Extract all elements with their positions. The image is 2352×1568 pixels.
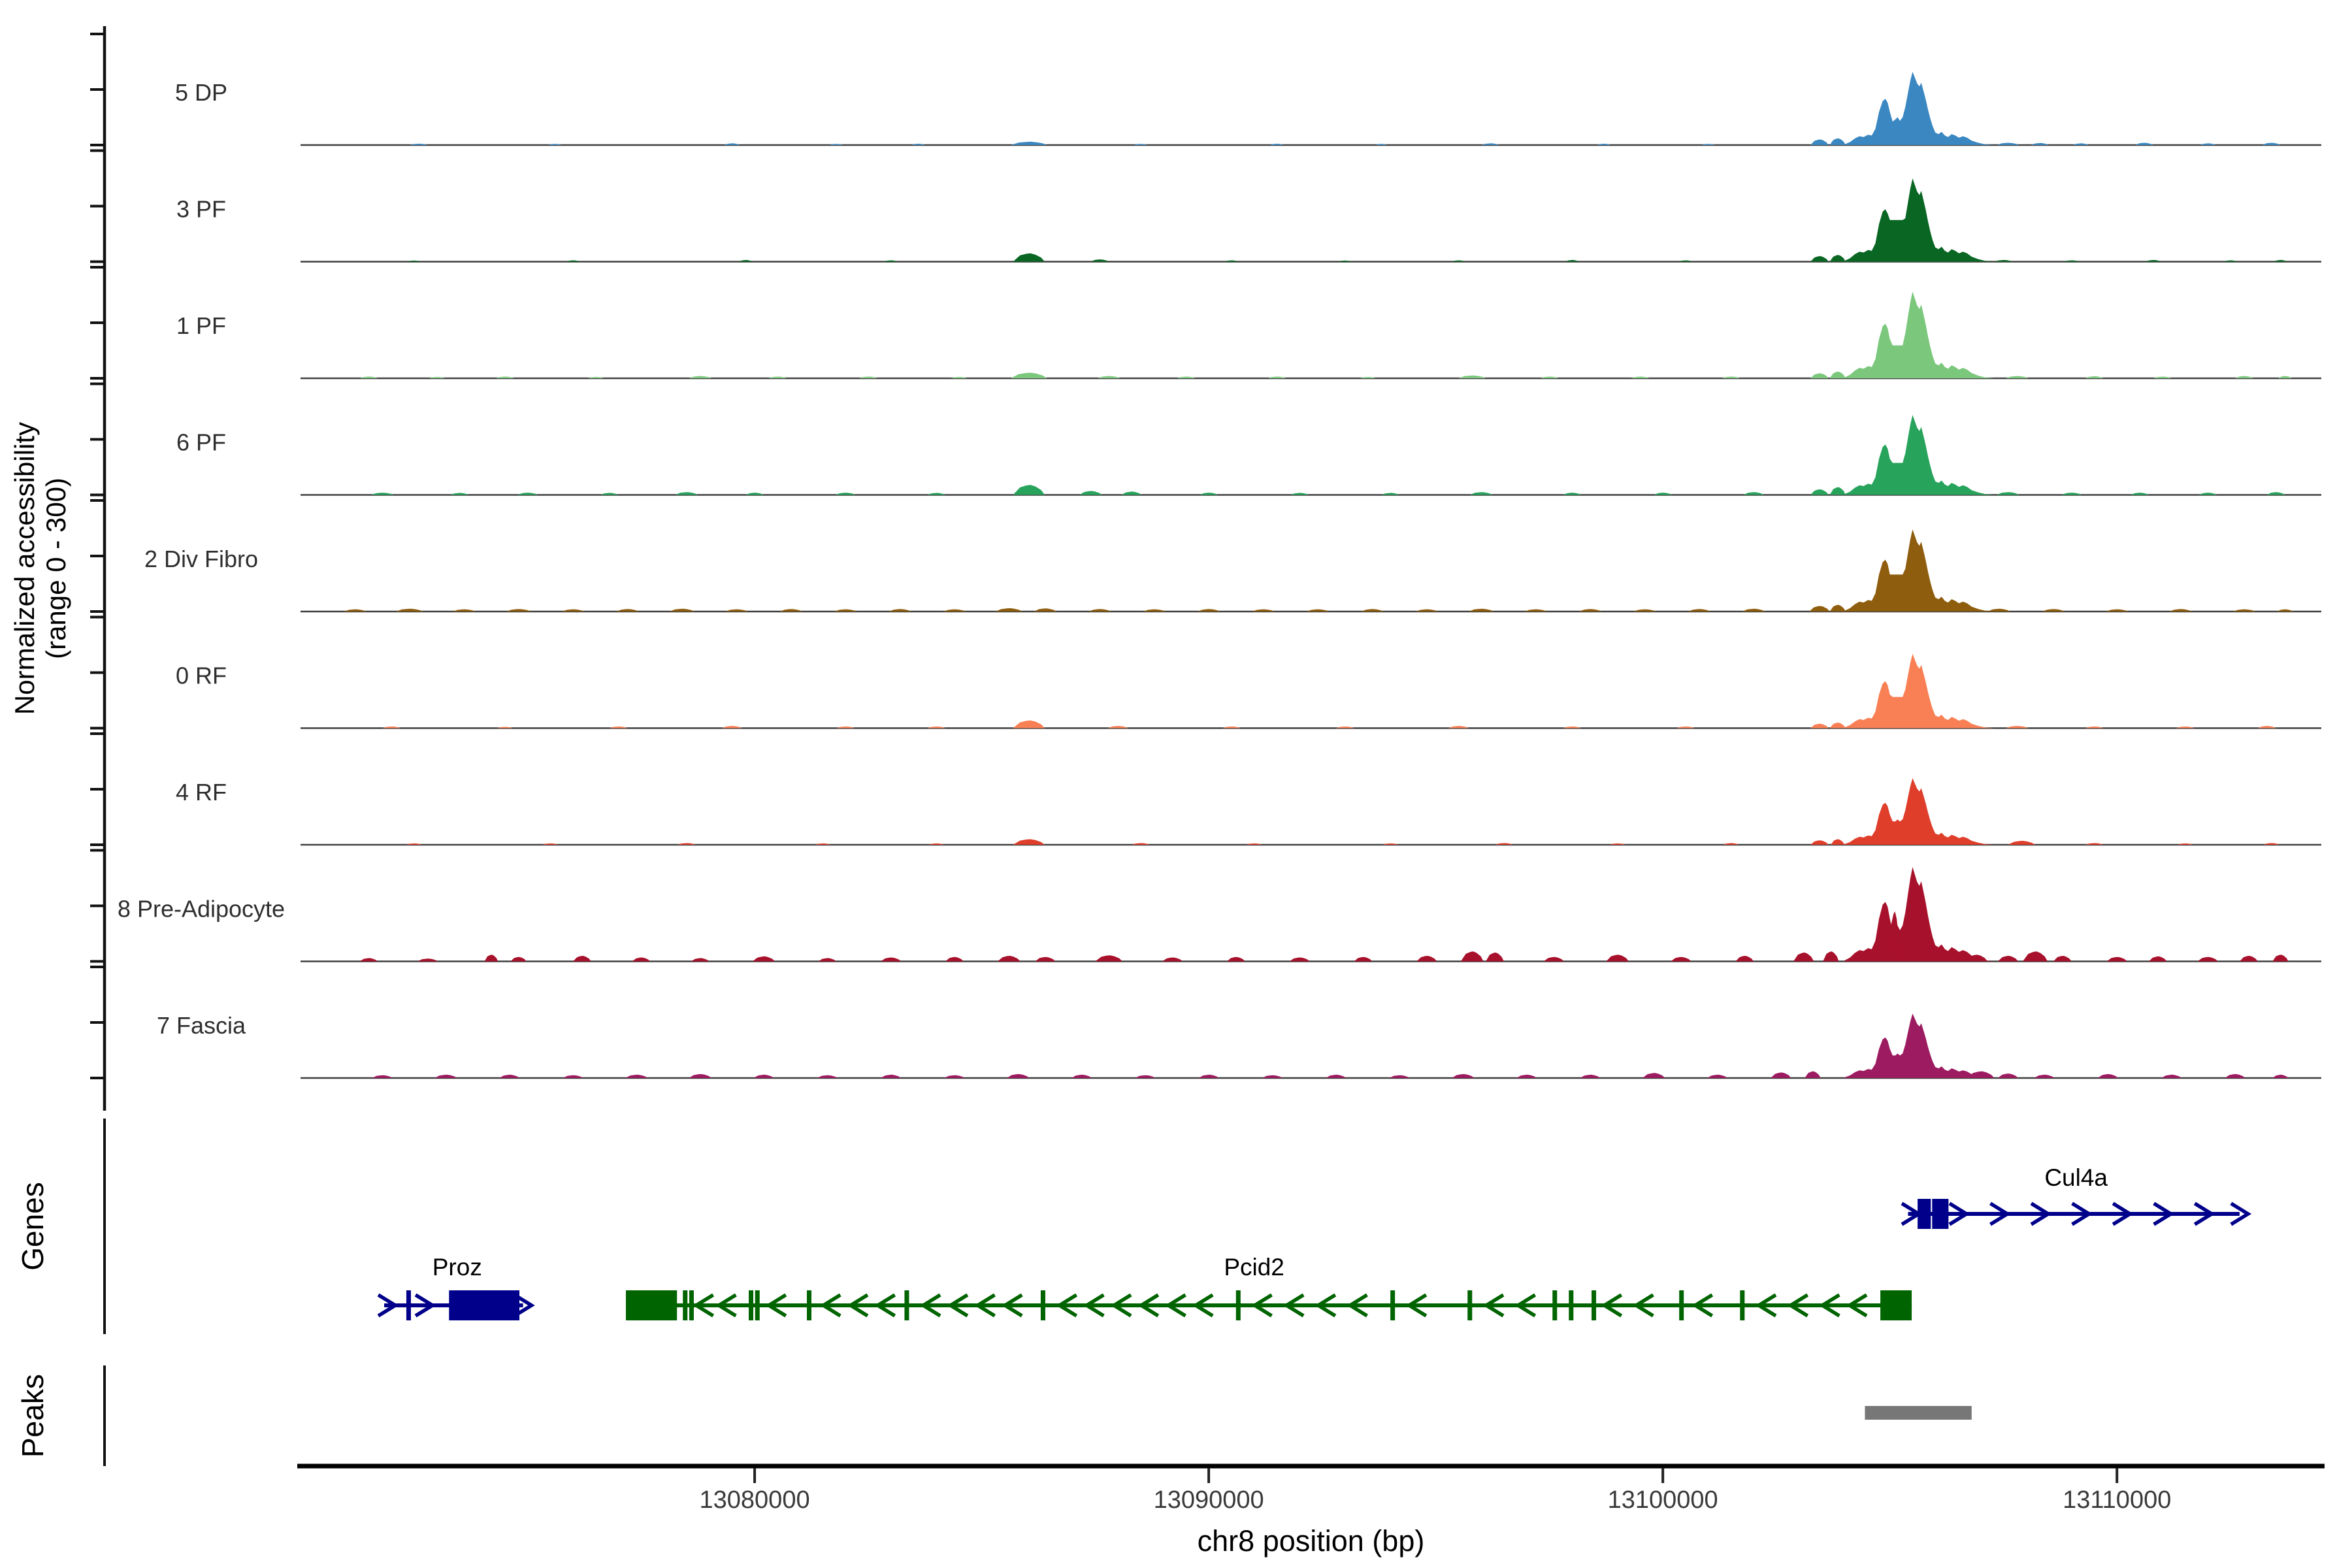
peak-interval-bar <box>1865 1406 1971 1420</box>
exon-block <box>1592 1290 1596 1320</box>
exon-block <box>626 1290 677 1320</box>
figure-background <box>0 0 2352 1568</box>
exon-block <box>1236 1290 1241 1320</box>
track-label: 1 PF <box>176 312 226 339</box>
exon-block <box>904 1290 909 1320</box>
x-axis-tick-label: 13080000 <box>700 1486 810 1514</box>
track-label: 3 PF <box>176 196 226 223</box>
track-label: 5 DP <box>175 79 227 106</box>
track-label: 0 RF <box>176 662 227 689</box>
x-axis-tick-label: 13110000 <box>2063 1486 2171 1514</box>
x-axis-tick-label: 13090000 <box>1154 1486 1264 1514</box>
exon-block <box>1390 1290 1395 1320</box>
peaks-section-label: Peaks <box>16 1374 50 1458</box>
y-axis-label-line1: Normalized accessibility <box>9 422 40 715</box>
track-label: 2 Div Fibro <box>144 546 258 572</box>
exon-block <box>1041 1290 1045 1320</box>
exon-block <box>1740 1290 1744 1320</box>
gene-label: Cul4a <box>2044 1164 2108 1191</box>
exon-block <box>749 1290 753 1320</box>
exon-block <box>1552 1290 1557 1320</box>
exon-block <box>1569 1290 1573 1320</box>
x-axis-title: chr8 position (bp) <box>1198 1524 1425 1558</box>
track-label: 4 RF <box>176 779 227 806</box>
exon-block <box>1467 1290 1472 1320</box>
exon-block <box>1880 1290 1912 1320</box>
gene-label: Pcid2 <box>1224 1254 1284 1281</box>
exon-block <box>1918 1199 1931 1229</box>
genome-coverage-plot: Normalized accessibility(range 0 - 300) 5… <box>0 0 2352 1568</box>
track-label: 8 Pre-Adipocyte <box>118 896 285 923</box>
exon-block <box>406 1290 411 1320</box>
exon-block <box>683 1290 687 1320</box>
x-axis-tick-label: 13100000 <box>1608 1486 1718 1514</box>
track-label: 6 PF <box>176 429 226 456</box>
gene-label: Proz <box>433 1254 482 1281</box>
exon-block <box>1679 1290 1684 1320</box>
coverage-plot-figure: Normalized accessibility(range 0 - 300) 5… <box>0 0 2352 1568</box>
genes-section-label: Genes <box>16 1182 50 1271</box>
exon-block <box>755 1290 760 1320</box>
exon-block <box>1932 1199 1948 1229</box>
y-axis-label-line2: (range 0 - 300) <box>41 478 71 659</box>
track-label: 7 Fascia <box>157 1012 246 1039</box>
exon-block <box>689 1290 694 1320</box>
exon-block <box>807 1290 811 1320</box>
exon-block <box>449 1290 519 1320</box>
